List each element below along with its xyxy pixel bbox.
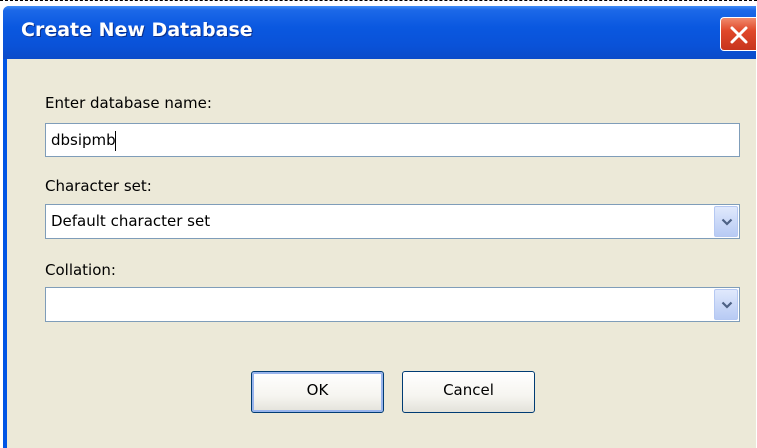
close-button[interactable]	[720, 17, 756, 51]
dashed-border-line	[0, 0, 757, 1]
cancel-button-label: Cancel	[443, 381, 494, 399]
database-name-field[interactable]	[45, 123, 740, 157]
ok-button-label: OK	[306, 381, 329, 399]
chevron-down-icon	[721, 218, 733, 226]
title-bar[interactable]: Create New Database	[3, 6, 756, 59]
collation-label: Collation:	[45, 261, 116, 279]
database-name-input[interactable]	[46, 124, 739, 156]
database-name-label: Enter database name:	[45, 94, 212, 112]
character-set-dropdown-button[interactable]	[714, 206, 738, 237]
close-icon	[730, 26, 748, 44]
collation-select[interactable]	[45, 287, 740, 322]
character-set-value: Default character set	[51, 212, 211, 230]
dialog-body: Enter database name: Character set: Defa…	[7, 59, 756, 448]
cancel-button[interactable]: Cancel	[402, 371, 535, 413]
create-database-dialog: Create New Database Enter database name:…	[3, 6, 756, 448]
text-caret	[115, 131, 116, 151]
collation-dropdown-button[interactable]	[714, 289, 738, 320]
dialog-title: Create New Database	[21, 19, 253, 41]
character-set-select[interactable]: Default character set	[45, 204, 740, 239]
chevron-down-icon	[721, 301, 733, 309]
ok-button[interactable]: OK	[251, 371, 384, 413]
character-set-label: Character set:	[45, 177, 152, 195]
